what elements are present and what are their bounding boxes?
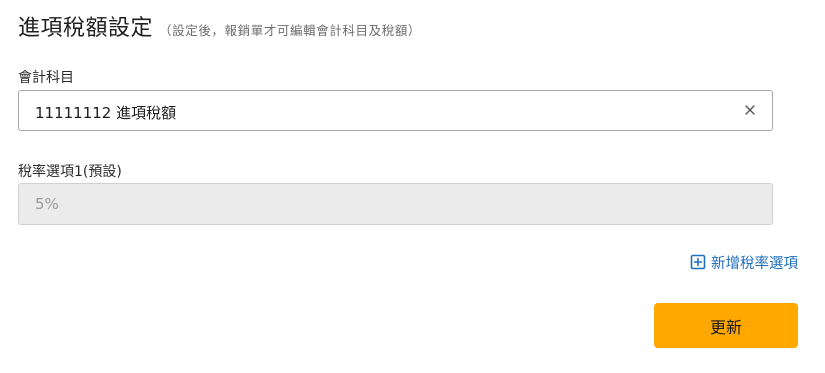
account-select[interactable]: 11111112 進項稅額: [18, 90, 773, 131]
page-subtitle: （設定後，報銷單才可編輯會計科目及稅額）: [159, 23, 422, 38]
plus-square-icon: [690, 254, 706, 270]
page-title: 進項稅額設定: [18, 16, 154, 41]
update-button[interactable]: 更新: [654, 303, 798, 348]
account-field-label: 會計科目: [18, 70, 74, 86]
add-rate-option-link[interactable]: 新增稅率選項: [690, 251, 798, 273]
close-icon[interactable]: [742, 102, 758, 118]
rate-field-label: 稅率選項1(預設): [18, 164, 122, 180]
tax-settings-page: 進項稅額設定 （設定後，報銷單才可編輯會計科目及稅額） 會計科目 1111111…: [18, 0, 798, 373]
account-select-value: 11111112 進項稅額: [35, 104, 177, 122]
add-rate-option-label: 新增稅率選項: [711, 255, 798, 272]
page-header: 進項稅額設定 （設定後，報銷單才可編輯會計科目及稅額）: [18, 10, 421, 42]
rate-input[interactable]: 5%: [18, 183, 773, 225]
rate-input-value: 5%: [35, 195, 59, 213]
